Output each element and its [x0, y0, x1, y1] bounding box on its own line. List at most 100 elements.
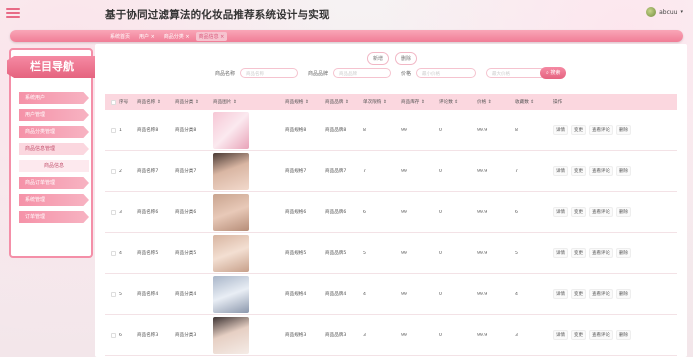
edit-button[interactable]: 变更: [571, 125, 586, 135]
cell-image: [213, 111, 285, 149]
cell-stock: 99: [401, 209, 407, 215]
row-checkbox[interactable]: [105, 291, 119, 297]
edit-button[interactable]: 变更: [571, 330, 586, 340]
view-comments-button[interactable]: 查看评论: [589, 289, 613, 299]
row-checkbox[interactable]: [105, 209, 119, 215]
sidebar-item-orders[interactable]: 订单管理: [19, 211, 89, 223]
cell-stock: 99: [401, 127, 407, 133]
tab-category[interactable]: 商品分类 ×: [161, 32, 193, 41]
cell-brand: 商品品牌6: [325, 210, 347, 215]
cell-fav: 4: [515, 291, 518, 297]
cell-comments: 0: [439, 209, 442, 215]
detail-button[interactable]: 详情: [553, 166, 568, 176]
row-checkbox[interactable]: [105, 168, 119, 174]
sidebar-item-order-manage[interactable]: 商品订单管理: [19, 177, 89, 189]
edit-button[interactable]: 变更: [571, 207, 586, 217]
view-comments-button[interactable]: 查看评论: [589, 207, 613, 217]
brand-label: 商品品牌: [308, 70, 329, 77]
detail-button[interactable]: 详情: [553, 207, 568, 217]
detail-button[interactable]: 详情: [553, 330, 568, 340]
sidebar-item-user-manage[interactable]: 用户管理: [19, 109, 89, 121]
delete-row-button[interactable]: 删除: [616, 125, 631, 135]
sidebar-subitem-product-info[interactable]: 商品信息: [19, 160, 89, 172]
col-fav[interactable]: 收藏数 ⇕: [515, 99, 553, 105]
delete-row-button[interactable]: 删除: [616, 289, 631, 299]
add-button[interactable]: 新增: [367, 52, 390, 65]
product-image[interactable]: [213, 316, 249, 354]
cell-fav: 8: [515, 127, 518, 133]
name-input[interactable]: 商品名称: [240, 68, 299, 78]
sidebar-item-product-manage[interactable]: 商品信息管理: [19, 143, 89, 155]
search-button-label: 搜索: [550, 70, 561, 76]
select-all-checkbox[interactable]: [105, 99, 119, 105]
col-limit[interactable]: 单次限购 ⇕: [363, 99, 401, 105]
cell-limit: 3: [363, 332, 366, 338]
sidebar-item-system-user[interactable]: 系统用户: [19, 92, 89, 104]
product-table: 序号 商品名称 ⇕ 商品分类 ⇕ 商品图片 ⇕ 商品规格 ⇕ 商品品牌 ⇕ 单次…: [105, 94, 677, 356]
user-menu[interactable]: abcuu ▾: [646, 7, 683, 17]
detail-button[interactable]: 详情: [553, 125, 568, 135]
cell-price: 99.9: [477, 127, 488, 133]
cell-fav: 5: [515, 250, 518, 256]
col-spec[interactable]: 商品规格 ⇕: [285, 99, 325, 105]
cell-name: 商品名称3: [137, 333, 159, 338]
cell-image: [213, 152, 285, 190]
edit-button[interactable]: 变更: [571, 248, 586, 258]
col-name[interactable]: 商品名称 ⇕: [137, 99, 175, 105]
col-price[interactable]: 价格 ⇕: [477, 99, 515, 105]
cell-stock: 99: [401, 332, 407, 338]
username: abcuu: [659, 8, 678, 16]
cell-actions: 详情 变更 查看评论 删除: [553, 289, 633, 299]
col-index: 序号: [119, 100, 129, 105]
detail-button[interactable]: 详情: [553, 248, 568, 258]
cell-image: [213, 234, 285, 272]
delete-row-button[interactable]: 删除: [616, 166, 631, 176]
cell-spec: 商品规格8: [285, 128, 307, 133]
edit-button[interactable]: 变更: [571, 166, 586, 176]
cell-actions: 详情 变更 查看评论 删除: [553, 125, 633, 135]
col-category[interactable]: 商品分类 ⇕: [175, 99, 213, 105]
product-image[interactable]: [213, 152, 249, 190]
row-checkbox[interactable]: [105, 127, 119, 133]
delete-row-button[interactable]: 删除: [616, 207, 631, 217]
col-stock[interactable]: 商品库存 ⇕: [401, 99, 439, 105]
product-image[interactable]: [213, 275, 249, 313]
view-comments-button[interactable]: 查看评论: [589, 248, 613, 258]
view-comments-button[interactable]: 查看评论: [589, 166, 613, 176]
cell-spec: 商品规格6: [285, 210, 307, 215]
detail-button[interactable]: 详情: [553, 289, 568, 299]
price-min-input[interactable]: 最小价格: [416, 68, 477, 78]
col-comments[interactable]: 评论数 ⇕: [439, 99, 477, 105]
product-image[interactable]: [213, 234, 249, 272]
search-button[interactable]: ⌕ 搜索: [540, 67, 567, 79]
row-checkbox[interactable]: [105, 332, 119, 338]
brand-input[interactable]: 商品品牌: [333, 68, 392, 78]
delete-row-button[interactable]: 删除: [616, 330, 631, 340]
delete-row-button[interactable]: 删除: [616, 248, 631, 258]
tab-user[interactable]: 用户 ×: [136, 32, 158, 41]
edit-button[interactable]: 变更: [571, 289, 586, 299]
col-image[interactable]: 商品图片 ⇕: [213, 99, 285, 105]
sidebar-item-system-manage[interactable]: 系统管理: [19, 194, 89, 206]
row-checkbox[interactable]: [105, 250, 119, 256]
col-brand[interactable]: 商品品牌 ⇕: [325, 99, 363, 105]
tab-home[interactable]: 系统首页: [107, 32, 133, 41]
cell-limit: 5: [363, 250, 366, 256]
price-max-input[interactable]: 最大价格: [486, 68, 547, 78]
table-body: 1 商品名称8 商品分类8 商品规格8 商品品牌8 8 99 0 99.9 8 详情 变更 查看评论 删除…: [105, 110, 677, 356]
view-comments-button[interactable]: 查看评论: [589, 125, 613, 135]
sidebar-item-category-manage[interactable]: 商品分类管理: [19, 126, 89, 138]
cell-brand: 商品品牌3: [325, 333, 347, 338]
view-comments-button[interactable]: 查看评论: [589, 330, 613, 340]
cell-spec: 商品规格3: [285, 333, 307, 338]
col-actions: 操作: [553, 100, 563, 105]
product-image[interactable]: [213, 111, 249, 149]
cell-index: 1: [119, 127, 122, 133]
menu-logo-icon[interactable]: [6, 6, 20, 20]
product-image[interactable]: [213, 193, 249, 231]
tab-product-info[interactable]: 商品信息 ×: [195, 32, 228, 41]
delete-button[interactable]: 删除: [395, 52, 418, 65]
cell-limit: 4: [363, 291, 366, 297]
table-row: 1 商品名称8 商品分类8 商品规格8 商品品牌8 8 99 0 99.9 8 详情 变更 查看评论 删除: [105, 110, 677, 151]
cell-image: [213, 275, 285, 313]
